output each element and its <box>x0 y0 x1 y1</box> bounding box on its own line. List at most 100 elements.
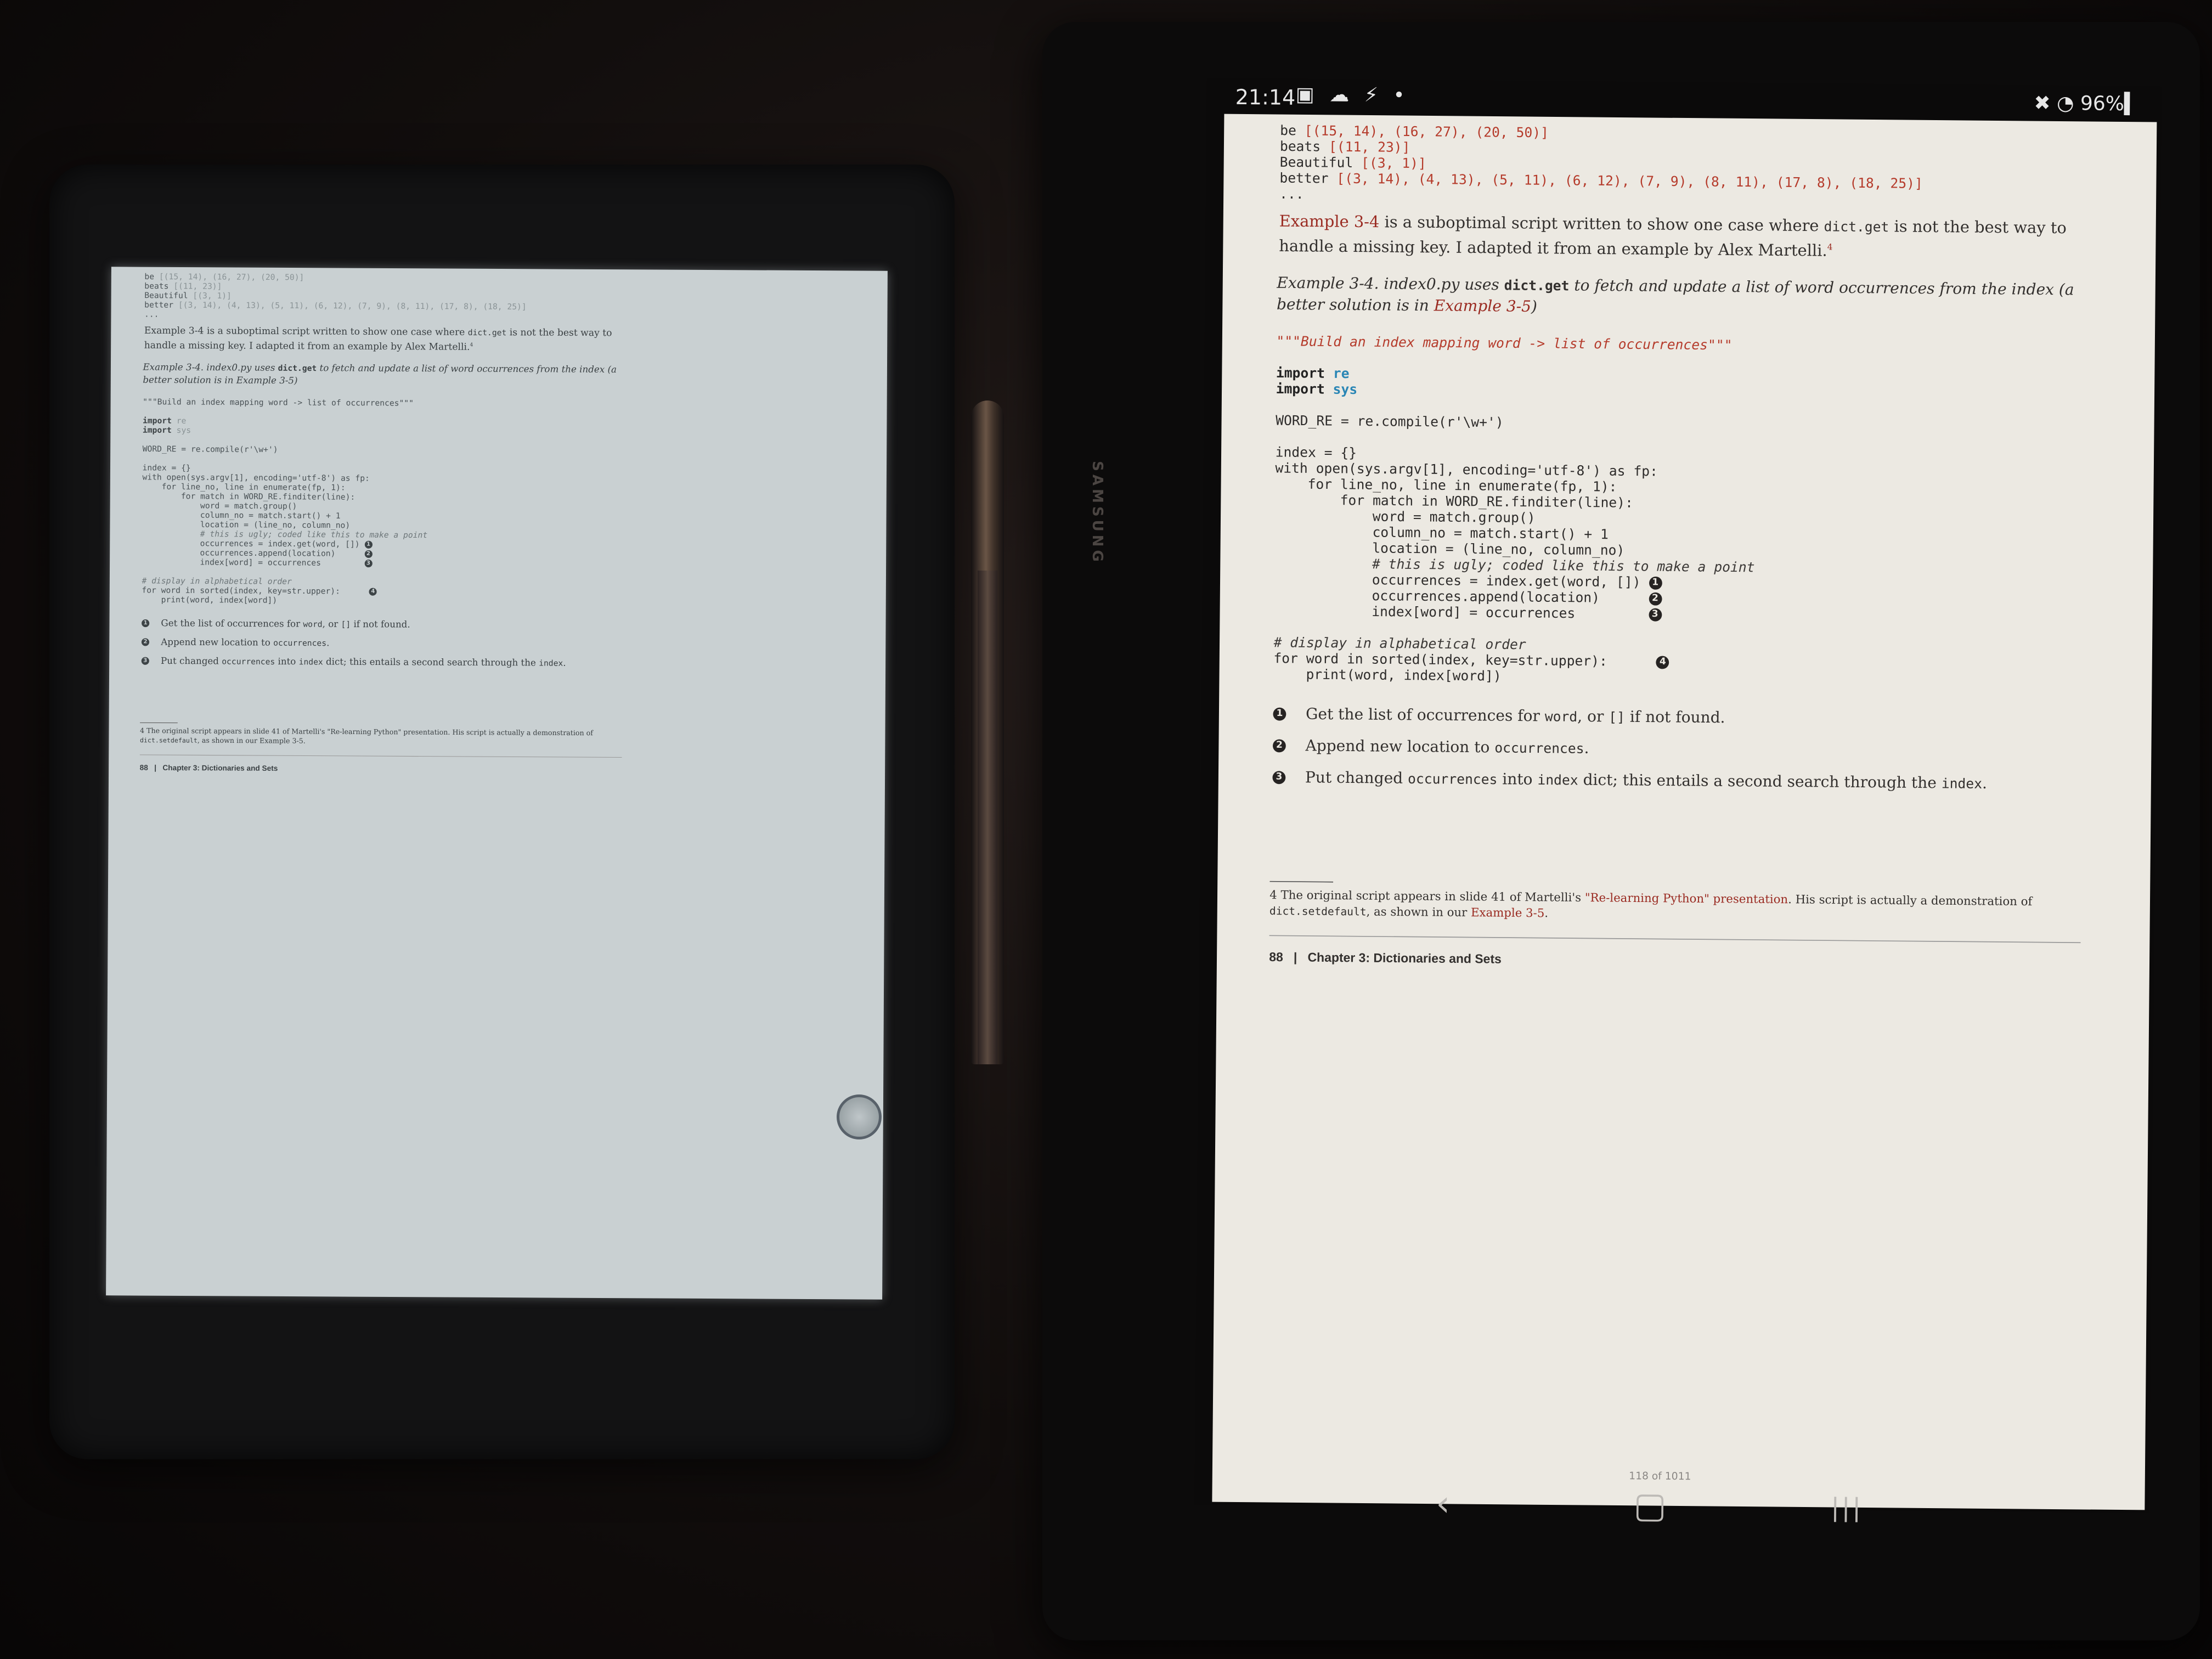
output-word: be <box>1280 123 1297 139</box>
output-pairs: [(3, 1)] <box>193 291 232 301</box>
callout-2: 2 Append new location to occurrences. <box>1272 736 2108 764</box>
code-line: for word in sorted(index, key=str.upper)… <box>1273 651 1607 670</box>
chapter-title: Chapter 3: Dictionaries and Sets <box>162 763 278 773</box>
footer-divider <box>139 754 622 758</box>
caption-text: Example 3-4. index0.py uses <box>1277 274 1504 294</box>
callout-text: . <box>1584 739 1589 757</box>
eink-screen[interactable]: be [(15, 14), (16, 27), (20, 50)] beats … <box>106 267 888 1300</box>
code-line: with open(sys.argv[1], encoding='utf-8')… <box>1275 461 1658 480</box>
inline-code: occurrences <box>273 639 327 648</box>
callout-text: dict; this entails a second search throu… <box>323 656 539 668</box>
footnote-text: The original script appears in slide 41 … <box>144 726 328 736</box>
page-footer: 88 | Chapter 3: Dictionaries and Sets <box>140 764 278 772</box>
intro-paragraph: Example 3-4 is a suboptimal script writt… <box>1279 211 2100 264</box>
module-name: re <box>176 416 187 426</box>
output-pairs: [(3, 1)] <box>1361 156 1426 172</box>
recents-button[interactable]: ||| <box>1831 1489 1863 1525</box>
example-link[interactable]: Example 3-5 <box>1434 297 1532 315</box>
code-line: WORD_RE = re.compile(r'\w+') <box>142 444 278 455</box>
tablet-reader-page[interactable]: be [(15, 14), (16, 27), (20, 50)] beats … <box>1212 114 2157 1510</box>
inline-code: dict.get <box>278 364 317 374</box>
code-listing: """Build an index mapping word -> list o… <box>1273 335 1757 687</box>
keyword: import <box>142 416 172 426</box>
output-listing: be [(15, 14), (16, 27), (20, 50)] beats … <box>1279 124 1923 209</box>
keyword: import <box>142 426 172 435</box>
footnote-text: . <box>303 736 306 745</box>
stylus-barrel <box>978 571 997 1064</box>
footnote-ref[interactable]: 4 <box>470 342 473 348</box>
code-line: occurrences = index.get(word, []) <box>200 539 360 549</box>
callout-text: if not found. <box>351 618 410 630</box>
footnote-ref[interactable]: 4 <box>1827 243 1833 252</box>
output-ellipsis: ... <box>144 310 159 319</box>
inline-code: index <box>1941 776 1983 792</box>
tablet-display: 21:14 ▣ ☁ ⚡ • ✖ ◔ 96%▍ be [(15, 14), (16… <box>1194 78 2162 1526</box>
callout-text: if not found. <box>1624 708 1725 727</box>
callout-text: Get the list of occurrences for <box>1305 705 1545 725</box>
code-line: for match in WORD_RE.finditer(line): <box>180 492 356 502</box>
output-word: be <box>144 272 155 281</box>
callout-text: Append new location to <box>1305 736 1495 757</box>
callout-3: 3 Put changed occurrences into index dict… <box>141 655 637 670</box>
code-comment: # display in alphabetical order <box>1273 635 1526 653</box>
notification-icons: ▣ ☁ ⚡ • <box>1295 83 1409 107</box>
callout-text: . <box>326 637 330 648</box>
floating-touch-button[interactable] <box>837 1094 882 1139</box>
output-pairs: [(3, 14), (4, 13), (5, 11), (6, 12), (7,… <box>178 301 527 312</box>
code-line: print(word, index[word]) <box>1306 668 1502 685</box>
code-line: word = match.group() <box>200 501 297 511</box>
callout-marker-2: 2 <box>1648 592 1662 606</box>
footnote-text: , as shown in our <box>197 736 260 745</box>
caption-text: ) <box>294 375 298 386</box>
status-time: 21:14 <box>1235 84 1296 110</box>
callout-text: , or <box>1577 707 1609 726</box>
inline-code: occurrences <box>222 657 275 667</box>
back-button[interactable]: ‹ <box>1436 1483 1450 1524</box>
presentation-link[interactable]: "Re-learning Python" presentation <box>1585 890 1788 906</box>
callout-marker-3: 3 <box>364 559 373 568</box>
code-line: index = {} <box>1275 445 1357 461</box>
code-line: occurrences = index.get(word, []) <box>1372 573 1641 591</box>
example-link[interactable]: Example 3-5 <box>259 736 303 745</box>
example-link[interactable]: Example 3-4 <box>144 325 204 337</box>
eink-book-page: be [(15, 14), (16, 27), (20, 50)] beats … <box>106 267 665 1156</box>
callout-marker-3: 3 <box>141 657 149 665</box>
example-link[interactable]: Example 3-5 <box>236 375 294 386</box>
caption-text: ) <box>1531 297 1538 315</box>
code-comment: # this is ugly; coded like this to make … <box>200 529 428 540</box>
code-line: print(word, index[word]) <box>161 595 278 605</box>
presentation-link[interactable]: "Re-learning Python" presentation <box>327 727 448 736</box>
keyword: import <box>1276 366 1325 382</box>
callout-text: into <box>1497 770 1538 788</box>
page-footer: 88 | Chapter 3: Dictionaries and Sets <box>1269 950 1502 966</box>
intro-text: is a suboptimal script written to show o… <box>204 325 468 338</box>
callout-3: 3 Put changed occurrences into index dict… <box>1272 767 2107 795</box>
footnote-text: . His script is actually a demonstration… <box>448 727 593 737</box>
module-name: sys <box>176 426 191 436</box>
footnote: 4 The original script appears in slide 4… <box>140 726 622 748</box>
output-word: beats <box>1279 139 1321 155</box>
output-word: Beautiful <box>144 291 188 301</box>
code-line: occurrences.append(location) <box>200 549 336 558</box>
output-ellipsis: ... <box>1279 187 1304 202</box>
footnote-text: . <box>1544 906 1549 920</box>
code-line: for match in WORD_RE.finditer(line): <box>1340 493 1634 511</box>
callout-text: . <box>563 657 566 668</box>
example-link[interactable]: Example 3-4 <box>1279 212 1380 232</box>
code-line: index[word] = occurrences <box>200 558 321 568</box>
page-number: 88 <box>1269 950 1283 964</box>
callout-text: Put changed <box>161 655 222 667</box>
callout-text: into <box>275 656 299 667</box>
output-pairs: [(3, 14), (4, 13), (5, 11), (6, 12), (7,… <box>1336 172 1923 192</box>
home-button[interactable]: ▢ <box>1633 1485 1667 1526</box>
example-caption: Example 3-4. index0.py uses dict.get to … <box>143 361 625 388</box>
inline-code: dict.setdefault <box>139 736 198 744</box>
footnote-text: , as shown in our <box>1366 904 1471 919</box>
example-link[interactable]: Example 3-5 <box>1471 905 1544 920</box>
tablet-book-page: be [(15, 14), (16, 27), (20, 50)] beats … <box>1212 114 2157 1510</box>
footnote-text: . His script is actually a demonstration… <box>1788 892 2033 909</box>
inline-code: dict.get <box>1824 219 1889 236</box>
docstring: """Build an index mapping word -> list o… <box>143 397 414 408</box>
callout-2: 2 Append new location to occurrences. <box>141 636 637 651</box>
code-line: location = (line_no, column_no) <box>200 520 351 531</box>
